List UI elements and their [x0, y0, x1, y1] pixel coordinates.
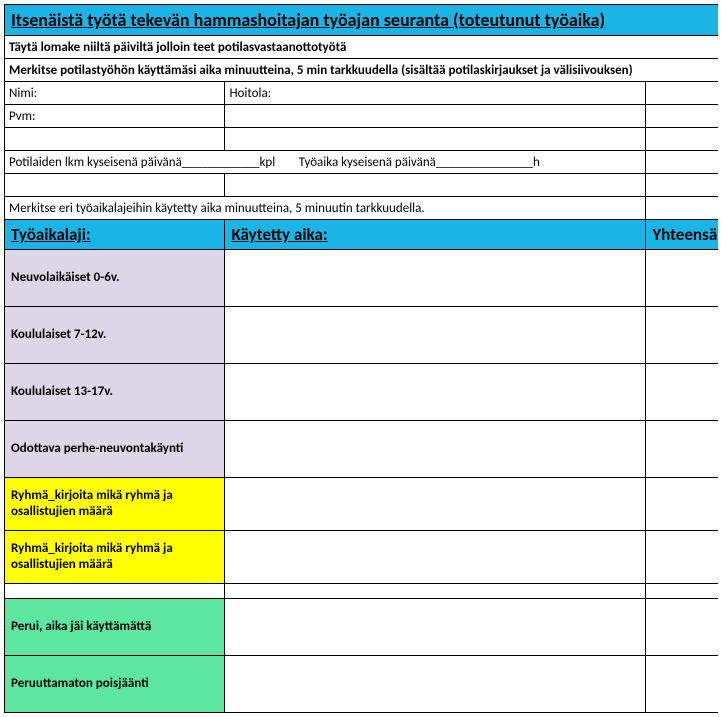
total-cell[interactable] — [646, 364, 718, 421]
empty-cell — [646, 82, 718, 105]
empty-cell — [5, 584, 225, 599]
total-cell[interactable] — [646, 250, 718, 307]
empty-cell — [5, 128, 225, 151]
cat-odottava-perhe: Odottava perhe-neuvontakäynti — [5, 421, 225, 478]
total-cell[interactable] — [646, 421, 718, 478]
category-row: Koululaiset 7-12v. — [5, 307, 719, 364]
total-cell[interactable] — [646, 478, 718, 531]
cat-koulu-7-12: Koululaiset 7-12v. — [5, 307, 225, 364]
category-row: Ryhmä_kirjoita mikä ryhmä ja osallistuji… — [5, 531, 719, 584]
instruction-1: Täytä lomake niiltä päiviltä jolloin tee… — [5, 36, 719, 59]
form-title: Itsenäistä työtä tekevän hammashoitajan … — [5, 5, 719, 36]
instruction-row-1: Täytä lomake niiltä päiviltä jolloin tee… — [5, 36, 719, 59]
time-cell[interactable] — [225, 478, 646, 531]
empty-cell — [646, 105, 718, 128]
blank-row — [5, 174, 719, 197]
empty-cell — [646, 128, 718, 151]
cat-ryhma-2: Ryhmä_kirjoita mikä ryhmä ja osallistuji… — [5, 531, 225, 584]
instruction-3: Merkitse eri työaikalajeihin käytetty ai… — [5, 197, 646, 220]
empty-cell — [225, 105, 646, 128]
cat-peruuttamaton: Peruuttamaton poisjäänti — [5, 656, 225, 713]
category-row: Odottava perhe-neuvontakäynti — [5, 421, 719, 478]
empty-cell — [646, 174, 718, 197]
cat-koulu-13-17: Koululaiset 13-17v. — [5, 364, 225, 421]
cat-neuvola: Neuvolaikäiset 0-6v. — [5, 250, 225, 307]
empty-cell — [225, 174, 646, 197]
gap-row — [5, 584, 719, 599]
time-cell[interactable] — [225, 531, 646, 584]
instruction-2: Merkitse potilastyöhön käyttämäsi aika m… — [5, 59, 719, 82]
nimi-label: Nimi: — [5, 82, 225, 105]
time-cell[interactable] — [225, 421, 646, 478]
instruction-row-3: Merkitse eri työaikalajeihin käytetty ai… — [5, 197, 719, 220]
name-row: Nimi: Hoitola: — [5, 82, 719, 105]
blank-row — [5, 128, 719, 151]
header-yhteensa: Yhteensä — [646, 220, 718, 250]
time-cell[interactable] — [225, 364, 646, 421]
empty-cell — [225, 128, 646, 151]
time-cell[interactable] — [225, 599, 646, 656]
category-row: Neuvolaikäiset 0-6v. — [5, 250, 719, 307]
cat-perui: Perui, aika jäi käyttämättä — [5, 599, 225, 656]
title-row: Itsenäistä työtä tekevän hammashoitajan … — [5, 5, 719, 36]
header-tyoaikalaji: Työaikalaji: — [5, 220, 225, 250]
category-row: Ryhmä_kirjoita mikä ryhmä ja osallistuji… — [5, 478, 719, 531]
empty-cell — [225, 584, 646, 599]
total-cell[interactable] — [646, 599, 718, 656]
total-cell[interactable] — [646, 307, 718, 364]
time-cell[interactable] — [225, 307, 646, 364]
counts-text: Potilaiden lkm kyseisenä päivänä________… — [5, 151, 646, 174]
header-kaytetty-aika: Käytetty aika: — [225, 220, 646, 250]
empty-cell — [646, 151, 718, 174]
instruction-row-2: Merkitse potilastyöhön käyttämäsi aika m… — [5, 59, 719, 82]
cat-ryhma-1: Ryhmä_kirjoita mikä ryhmä ja osallistuji… — [5, 478, 225, 531]
category-row: Perui, aika jäi käyttämättä — [5, 599, 719, 656]
empty-cell — [5, 174, 225, 197]
pvm-label: Pvm: — [5, 105, 225, 128]
hoitola-label: Hoitola: — [225, 82, 646, 105]
column-header-row: Työaikalaji: Käytetty aika: Yhteensä — [5, 220, 719, 250]
empty-cell — [646, 584, 718, 599]
empty-cell — [646, 197, 718, 220]
time-cell[interactable] — [225, 250, 646, 307]
category-row: Koululaiset 13-17v. — [5, 364, 719, 421]
counts-row: Potilaiden lkm kyseisenä päivänä________… — [5, 151, 719, 174]
total-cell[interactable] — [646, 531, 718, 584]
time-cell[interactable] — [225, 656, 646, 713]
total-cell[interactable] — [646, 656, 718, 713]
date-row: Pvm: — [5, 105, 719, 128]
tracking-form-table: Itsenäistä työtä tekevän hammashoitajan … — [4, 4, 718, 713]
category-row: Peruuttamaton poisjäänti — [5, 656, 719, 713]
